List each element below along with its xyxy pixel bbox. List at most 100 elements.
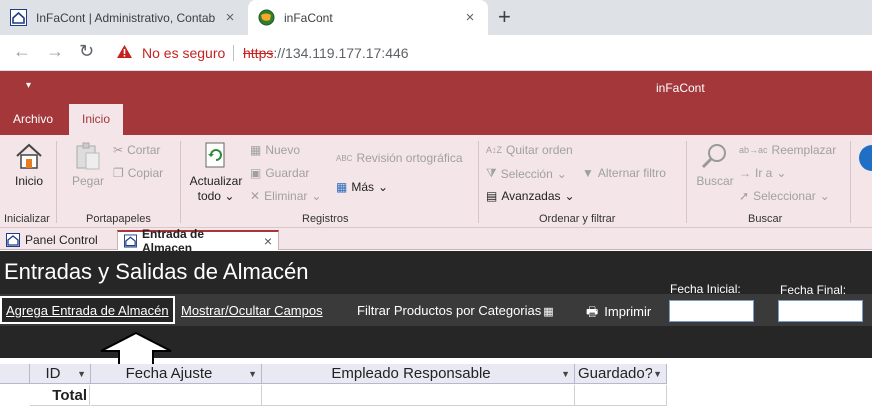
filter-selection-icon: ⧩	[486, 166, 497, 180]
avanzadas-button[interactable]: ▤ Avanzadas ⌄	[486, 189, 575, 203]
quitar-orden-button[interactable]: A↕Z Quitar orden	[486, 143, 573, 157]
fecha-inicial-input[interactable]	[669, 300, 754, 322]
browser-tab-title: inFaCont	[284, 10, 333, 25]
forward-arrow-icon[interactable]: →	[46, 41, 64, 62]
advanced-filter-icon: ▤	[486, 189, 498, 203]
dropdown-arrow-icon[interactable]: ▼	[653, 364, 662, 384]
nuevo-button[interactable]: ▦ Nuevo	[250, 143, 300, 157]
alternar-filtro-label: Alternar filtro	[597, 166, 666, 180]
fecha-final-input[interactable]	[778, 300, 863, 322]
column-header-fecha-ajuste[interactable]: Fecha Ajuste ▼	[91, 364, 262, 384]
agrega-entrada-button[interactable]: Agrega Entrada de Almacén	[0, 296, 175, 324]
seleccionar-button[interactable]: ➚ Seleccionar ⌄	[739, 189, 830, 203]
guardar-button[interactable]: ▣ Guardar	[250, 166, 309, 180]
form-title: Entradas y Salidas de Almacén	[4, 259, 309, 284]
chevron-down-icon: ⌄	[556, 166, 567, 181]
address-bar: ← → ↻ No es seguro https://134.119.177.1…	[0, 35, 872, 71]
group-label-inicializar: Inicializar	[4, 213, 50, 225]
new-tab-button[interactable]: +	[498, 4, 511, 30]
mostrar-ocultar-label: Mostrar/Ocultar Campos	[181, 303, 323, 318]
total-cell[interactable]	[575, 385, 667, 406]
new-record-icon: ▦	[250, 143, 262, 157]
save-icon: ▣	[250, 166, 262, 180]
close-document-icon[interactable]: ×	[264, 233, 272, 249]
warning-icon[interactable]	[116, 44, 133, 59]
filtrar-productos-button[interactable]: Filtrar Productos por Categorias ▦	[357, 303, 554, 318]
close-tab-icon[interactable]: ×	[462, 9, 478, 26]
column-header-id[interactable]: ID ▼	[30, 364, 91, 384]
info-icon[interactable]	[858, 143, 872, 173]
url-field[interactable]: https://134.119.177.17:446	[243, 45, 409, 61]
datasheet: ID ▼ Fecha Ajuste ▼ Empleado Responsable ▼ …	[0, 364, 872, 410]
seleccion-button[interactable]: ⧩ Selección ⌄	[486, 166, 567, 181]
quick-access-dropdown-icon[interactable]: ▾	[26, 80, 31, 91]
ribbon-tab-bar: Archivo Inicio	[0, 104, 872, 135]
reload-icon[interactable]: ↻	[79, 41, 94, 62]
group-label-portapapeles: Portapapeles	[86, 213, 151, 225]
security-label[interactable]: No es seguro	[142, 45, 225, 61]
dropdown-arrow-icon[interactable]: ▼	[77, 364, 86, 384]
select-all-corner[interactable]	[0, 364, 30, 384]
chevron-down-icon: ⌄	[311, 189, 322, 203]
browser-tab-infacont-admin[interactable]: InFaCont | Administrativo, Contab ×	[0, 0, 248, 35]
browser-tab-title: InFaCont | Administrativo, Contab	[36, 10, 216, 25]
form-icon	[124, 234, 138, 248]
total-cell[interactable]	[91, 385, 262, 406]
back-arrow-icon[interactable]: ←	[13, 41, 31, 62]
alternar-filtro-button[interactable]: ▼ Alternar filtro	[582, 166, 666, 180]
chevron-down-icon: ⌄	[564, 189, 575, 203]
imprimir-button[interactable]: 🖶 Imprimir	[586, 303, 651, 325]
dropdown-arrow-icon[interactable]: ▼	[561, 364, 570, 384]
group-divider	[56, 141, 57, 223]
actualizar-label: Actualizar	[189, 174, 243, 188]
pegar-button[interactable]: Pegar	[70, 141, 106, 189]
delete-x-icon: ✕	[250, 189, 261, 203]
mas-label: Más	[351, 180, 375, 194]
imprimir-label: Imprimir	[604, 304, 652, 319]
buscar-label: Buscar	[696, 174, 734, 188]
total-cell[interactable]	[262, 385, 575, 406]
browser-tab-infacont[interactable]: inFaCont ×	[248, 0, 488, 35]
app-title: inFaCont	[656, 81, 705, 95]
infacont-favicon-icon	[10, 9, 27, 26]
spelling-icon: ABC	[336, 153, 353, 163]
column-header-guardado[interactable]: Guardado? ▼	[575, 364, 667, 384]
doc-tab-label: Panel Control	[25, 233, 98, 247]
group-divider	[686, 141, 687, 223]
column-header-label: Fecha Ajuste	[125, 365, 213, 382]
ribbon-tab-inicio[interactable]: Inicio	[69, 104, 124, 135]
ribbon-tab-archivo[interactable]: Archivo	[0, 104, 66, 135]
doc-tab-panel-control[interactable]: Panel Control	[0, 230, 104, 250]
mostrar-ocultar-button[interactable]: Mostrar/Ocultar Campos	[181, 303, 323, 318]
revision-ortografica-button[interactable]: ABC Revisión ortográfica	[336, 151, 463, 165]
seleccion-label: Selección	[500, 166, 553, 181]
avanzadas-label: Avanzadas	[501, 189, 561, 203]
magnifier-icon	[701, 144, 726, 169]
scissors-icon: ✂	[113, 143, 124, 157]
printer-icon: 🖶	[586, 304, 599, 319]
mas-button[interactable]: ▦ Más ⌄	[336, 180, 388, 194]
cortar-button[interactable]: ✂ Cortar	[113, 143, 160, 157]
ir-a-button[interactable]: → Ir a ⌄	[739, 166, 786, 180]
column-header-empleado-responsable[interactable]: Empleado Responsable ▼	[262, 364, 575, 384]
group-label-registros: Registros	[302, 213, 349, 225]
chevron-down-icon: ⌄	[776, 166, 787, 180]
filter-grid-icon: ▦	[543, 306, 554, 318]
agrega-entrada-label: Agrega Entrada de Almacén	[6, 303, 169, 318]
sort-az-icon: A↕Z	[486, 145, 503, 155]
url-host: ://134.119.177.17:446	[273, 45, 409, 61]
buscar-button[interactable]: Buscar	[694, 141, 736, 189]
doc-tab-entrada-almacen[interactable]: Entrada de Almacen ×	[117, 227, 279, 255]
close-tab-icon[interactable]: ×	[222, 9, 238, 26]
actualizar-todo-button[interactable]: Actualizar todo ⌄	[188, 141, 244, 204]
column-header-label: Empleado Responsable	[331, 365, 491, 382]
copiar-button[interactable]: ❐ Copiar	[113, 166, 163, 180]
address-divider	[233, 45, 234, 61]
reemplazar-button[interactable]: ab→ac Reemplazar	[739, 143, 836, 157]
eliminar-button[interactable]: ✕ Eliminar ⌄	[250, 189, 321, 203]
chevron-down-icon: ⌄	[378, 180, 389, 194]
inicio-button[interactable]: Inicio	[10, 141, 48, 189]
dropdown-arrow-icon[interactable]: ▼	[248, 364, 257, 384]
arrow-right-icon: →	[739, 166, 751, 180]
screen: InFaCont | Administrativo, Contab × inFa…	[0, 0, 872, 410]
